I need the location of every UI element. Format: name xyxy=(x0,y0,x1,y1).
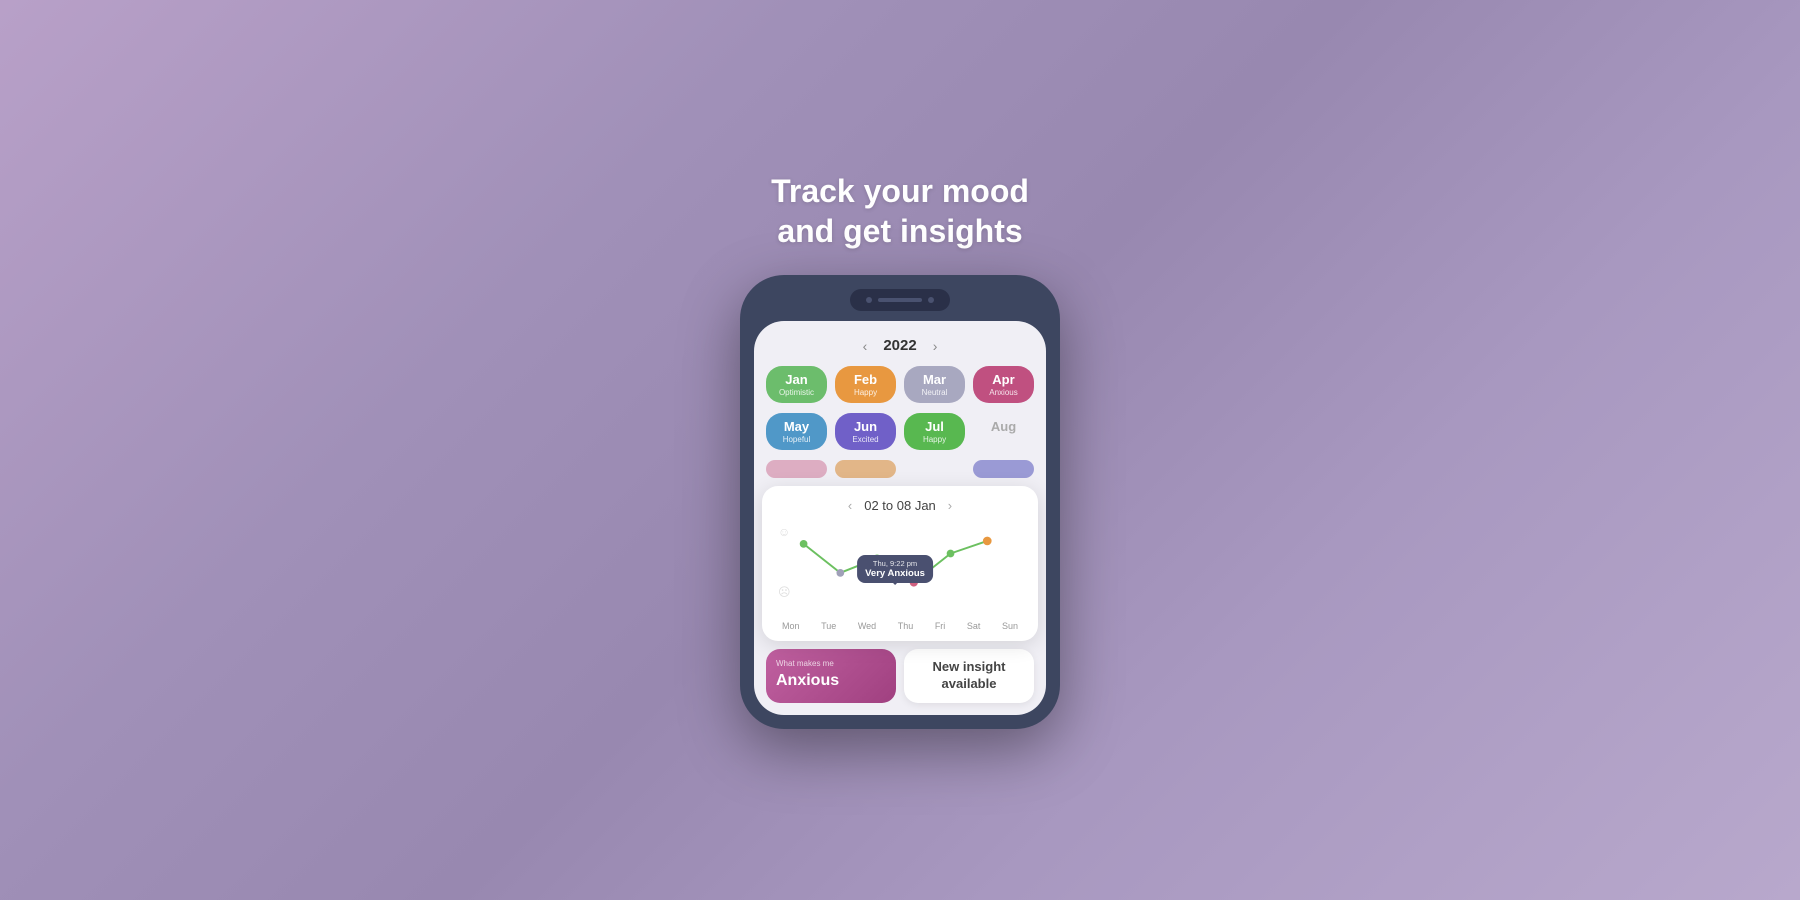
anxious-insight-card[interactable]: What makes me Anxious xyxy=(766,649,896,703)
month-grid-row2: May Hopeful Jun Excited Jul Happy Aug xyxy=(766,413,1034,450)
month-feb[interactable]: Feb Happy xyxy=(835,366,896,403)
month-grid-row1: Jan Optimistic Feb Happy Mar Neutral Apr… xyxy=(766,366,1034,403)
new-insight-card[interactable]: New insight available xyxy=(904,649,1034,703)
happy-icon: ☺ xyxy=(778,525,790,539)
day-fri: Fri xyxy=(935,621,946,631)
dot-sat xyxy=(983,537,992,546)
year-label: 2022 xyxy=(883,337,916,354)
chart-tooltip: Thu, 9:22 pm Very Anxious xyxy=(857,555,933,583)
tooltip-mood: Very Anxious xyxy=(865,568,925,579)
month-may[interactable]: May Hopeful xyxy=(766,413,827,450)
month-partial1[interactable] xyxy=(766,460,827,478)
month-dec[interactable] xyxy=(973,460,1034,478)
year-navigation: ‹ 2022 › xyxy=(766,337,1034,354)
month-grid-row3 xyxy=(766,460,1034,478)
anxious-card-label: What makes me xyxy=(776,659,886,668)
day-sat: Sat xyxy=(967,621,981,631)
day-wed: Wed xyxy=(858,621,876,631)
phone-notch xyxy=(850,289,950,311)
month-jul[interactable]: Jul Happy xyxy=(904,413,965,450)
dot-mon xyxy=(800,540,808,548)
tooltip-time: Thu, 9:22 pm xyxy=(865,559,925,568)
notch-dot2 xyxy=(928,297,934,303)
month-aug[interactable]: Aug xyxy=(973,413,1034,450)
center-column: Track your mood and get insights ‹ 2022 … xyxy=(730,171,1070,729)
insight-row: What makes me Anxious New insight availa… xyxy=(766,649,1034,703)
month-jun[interactable]: Jun Excited xyxy=(835,413,896,450)
month-apr[interactable]: Apr Anxious xyxy=(973,366,1034,403)
dot-fri xyxy=(947,550,955,558)
week-navigation: ‹ 02 to 08 Jan › xyxy=(776,498,1024,513)
month-jan[interactable]: Jan Optimistic xyxy=(766,366,827,403)
anxious-card-title: Anxious xyxy=(776,672,886,690)
phone-screen: ‹ 2022 › Jan Optimistic Feb Happy Mar Ne… xyxy=(754,321,1046,715)
phone-shell: ‹ 2022 › Jan Optimistic Feb Happy Mar Ne… xyxy=(740,275,1060,729)
week-label: 02 to 08 Jan xyxy=(864,498,936,513)
week-prev-arrow[interactable]: ‹ xyxy=(848,498,852,513)
sad-icon: ☹ xyxy=(778,585,791,599)
day-mon: Mon xyxy=(782,621,800,631)
month-partial2[interactable] xyxy=(835,460,896,478)
month-mar[interactable]: Mar Neutral xyxy=(904,366,965,403)
dot-tue xyxy=(836,569,844,577)
weekly-chart-card: ‹ 02 to 08 Jan › ☺ ☹ xyxy=(762,486,1038,641)
day-thu: Thu xyxy=(898,621,914,631)
day-sun: Sun xyxy=(1002,621,1018,631)
notch-dot xyxy=(866,297,872,303)
year-prev-arrow[interactable]: ‹ xyxy=(863,338,868,354)
headline: Track your mood and get insights xyxy=(771,171,1029,251)
mood-chart: ☺ ☹ xyxy=(776,523,1024,613)
week-next-arrow[interactable]: › xyxy=(948,498,952,513)
new-insight-text: New insight available xyxy=(914,659,1024,693)
day-tue: Tue xyxy=(821,621,836,631)
notch-bar xyxy=(878,298,922,302)
year-next-arrow[interactable]: › xyxy=(933,338,938,354)
chart-days-row: Mon Tue Wed Thu Fri Sat Sun xyxy=(776,621,1024,631)
month-partial3 xyxy=(904,460,965,478)
